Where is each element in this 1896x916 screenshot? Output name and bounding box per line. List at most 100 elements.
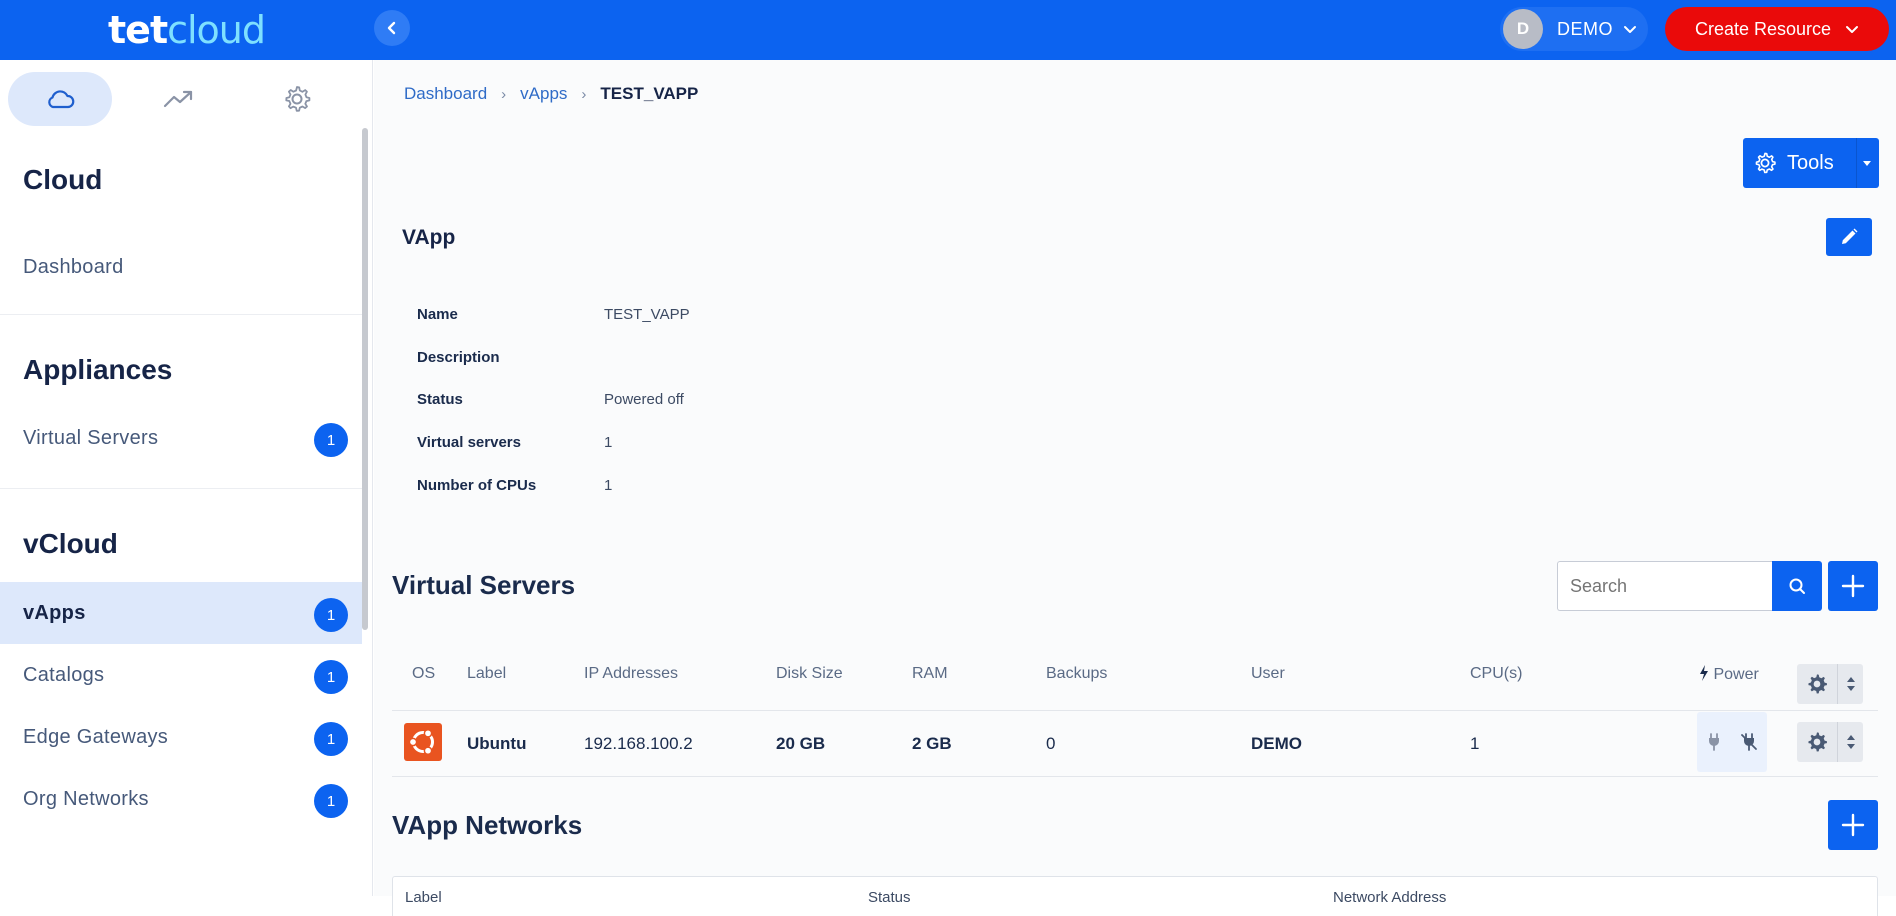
column-header-network-address[interactable]: Network Address bbox=[1333, 889, 1446, 906]
row-settings-button[interactable] bbox=[1797, 722, 1863, 762]
count-badge: 1 bbox=[314, 423, 348, 457]
user-name: DEMO bbox=[1557, 18, 1613, 39]
vapp-networks-table: Label Status Network Address bbox=[392, 876, 1878, 916]
tools-button[interactable]: Tools bbox=[1743, 138, 1879, 188]
server-backups: 0 bbox=[1046, 734, 1056, 753]
column-header-backups[interactable]: Backups bbox=[1046, 665, 1107, 683]
power-controls bbox=[1697, 712, 1767, 772]
server-label[interactable]: Ubuntu bbox=[467, 734, 526, 754]
plus-icon bbox=[1841, 813, 1865, 837]
virtual-servers-title: Virtual Servers bbox=[392, 570, 576, 600]
sidebar-collapse-button[interactable] bbox=[374, 10, 410, 46]
sidebar-item-vapps[interactable]: vApps 1 bbox=[0, 582, 362, 644]
column-header-user[interactable]: User bbox=[1251, 665, 1285, 683]
column-header-label[interactable]: Label bbox=[405, 889, 442, 906]
column-header-ram[interactable]: RAM bbox=[912, 665, 948, 683]
logo[interactable]: tetcloud bbox=[108, 8, 266, 52]
sidebar-item-label: Dashboard bbox=[23, 255, 124, 278]
sidebar-item-org-networks[interactable]: Org Networks 1 bbox=[0, 768, 362, 830]
create-resource-label: Create Resource bbox=[1694, 18, 1832, 39]
section-title-appliances: Appliances bbox=[23, 354, 173, 385]
sidebar-item-virtual-servers[interactable]: Virtual Servers 1 bbox=[0, 407, 362, 469]
prop-key-name: Name bbox=[417, 306, 458, 323]
chevron-left-icon bbox=[387, 21, 396, 35]
add-network-button[interactable] bbox=[1828, 800, 1878, 850]
logo-text-secondary: cloud bbox=[167, 8, 266, 52]
server-ip: 192.168.100.2 bbox=[584, 734, 693, 753]
server-cpus: 1 bbox=[1470, 734, 1480, 753]
sidebar-item-label: Virtual Servers bbox=[23, 426, 159, 449]
section-title-vcloud: vCloud bbox=[23, 528, 118, 559]
tab-settings[interactable] bbox=[245, 72, 349, 126]
vapp-card-title: VApp bbox=[402, 226, 456, 249]
breadcrumb-link-vapps[interactable]: vApps bbox=[520, 84, 567, 104]
sidebar-scrollbar[interactable] bbox=[362, 128, 368, 630]
table-row-divider bbox=[392, 710, 1878, 711]
prop-value-number-of-cpus: 1 bbox=[604, 477, 613, 494]
tab-statistics[interactable] bbox=[127, 72, 231, 126]
sidebar-item-catalogs[interactable]: Catalogs 1 bbox=[0, 644, 362, 706]
user-menu-button[interactable]: D DEMO bbox=[1500, 7, 1648, 51]
column-header-power[interactable]: Power bbox=[1699, 665, 1759, 684]
tools-divider bbox=[1856, 138, 1857, 188]
breadcrumb: Dashboard › vApps › TEST_VAPP bbox=[404, 84, 698, 104]
cloud-icon bbox=[48, 90, 75, 109]
breadcrumb-link-dashboard[interactable]: Dashboard bbox=[404, 84, 487, 104]
column-header-cpus[interactable]: CPU(s) bbox=[1470, 665, 1522, 683]
column-header-ip-addresses[interactable]: IP Addresses bbox=[584, 665, 678, 683]
table-settings-button[interactable] bbox=[1797, 664, 1863, 704]
prop-value-status: Powered off bbox=[604, 391, 684, 408]
breadcrumb-separator-icon: › bbox=[501, 85, 507, 103]
trending-up-icon bbox=[163, 90, 193, 108]
lightning-icon bbox=[1700, 665, 1708, 681]
prop-key-number-of-cpus: Number of CPUs bbox=[417, 477, 537, 494]
tab-cloud[interactable] bbox=[8, 72, 112, 126]
count-badge: 1 bbox=[314, 660, 348, 694]
sidebar-item-label: vApps bbox=[23, 601, 86, 624]
sidebar-item-dashboard[interactable]: Dashboard bbox=[0, 236, 362, 298]
column-header-label[interactable]: Label bbox=[467, 665, 506, 683]
column-header-disk-size[interactable]: Disk Size bbox=[776, 665, 843, 683]
plus-icon bbox=[1841, 574, 1865, 598]
breadcrumb-current: TEST_VAPP bbox=[600, 84, 699, 103]
server-ram: 2 GB bbox=[912, 734, 952, 753]
column-header-status[interactable]: Status bbox=[868, 889, 911, 906]
count-badge: 1 bbox=[314, 598, 348, 632]
sidebar-divider bbox=[0, 314, 362, 315]
server-disk-size: 20 GB bbox=[776, 734, 826, 753]
count-badge: 1 bbox=[314, 784, 348, 818]
sidebar-divider bbox=[0, 488, 362, 489]
prop-value-virtual-servers: 1 bbox=[604, 434, 613, 451]
caret-down-icon[interactable] bbox=[1861, 158, 1873, 168]
sidebar-tabs bbox=[0, 60, 372, 138]
plug-icon[interactable] bbox=[1707, 733, 1721, 751]
column-header-os[interactable]: OS bbox=[412, 665, 435, 683]
prop-value-name: TEST_VAPP bbox=[604, 306, 690, 323]
search-button[interactable] bbox=[1772, 561, 1822, 611]
search-input[interactable] bbox=[1557, 561, 1772, 611]
prop-key-virtual-servers: Virtual servers bbox=[417, 434, 521, 451]
prop-key-description: Description bbox=[417, 349, 500, 366]
create-resource-button[interactable]: Create Resource bbox=[1665, 7, 1889, 51]
prop-key-status: Status bbox=[417, 391, 463, 408]
sort-icon bbox=[1846, 677, 1855, 691]
sidebar-item-edge-gateways[interactable]: Edge Gateways 1 bbox=[0, 706, 362, 768]
edit-button[interactable] bbox=[1826, 218, 1872, 256]
sidebar-item-label: Catalogs bbox=[23, 663, 105, 686]
sidebar-item-label: Org Networks bbox=[23, 787, 149, 810]
sidebar-item-label: Edge Gateways bbox=[23, 725, 169, 748]
search-icon bbox=[1789, 578, 1805, 594]
column-header-power-label: Power bbox=[1713, 666, 1759, 683]
gear-icon bbox=[1808, 674, 1827, 694]
breadcrumb-separator-icon: › bbox=[581, 85, 587, 103]
gear-icon bbox=[1755, 152, 1776, 174]
section-title-cloud: Cloud bbox=[23, 164, 103, 195]
chevron-down-icon bbox=[1846, 26, 1859, 33]
add-virtual-server-button[interactable] bbox=[1828, 561, 1878, 611]
unplug-icon[interactable] bbox=[1740, 733, 1758, 751]
count-badge: 1 bbox=[314, 722, 348, 756]
sort-icon bbox=[1846, 735, 1855, 749]
sidebar: Cloud Dashboard Appliances Virtual Serve… bbox=[0, 60, 373, 896]
top-bar: tetcloud D DEMO Create Resource bbox=[0, 0, 1896, 60]
avatar: D bbox=[1503, 9, 1543, 49]
